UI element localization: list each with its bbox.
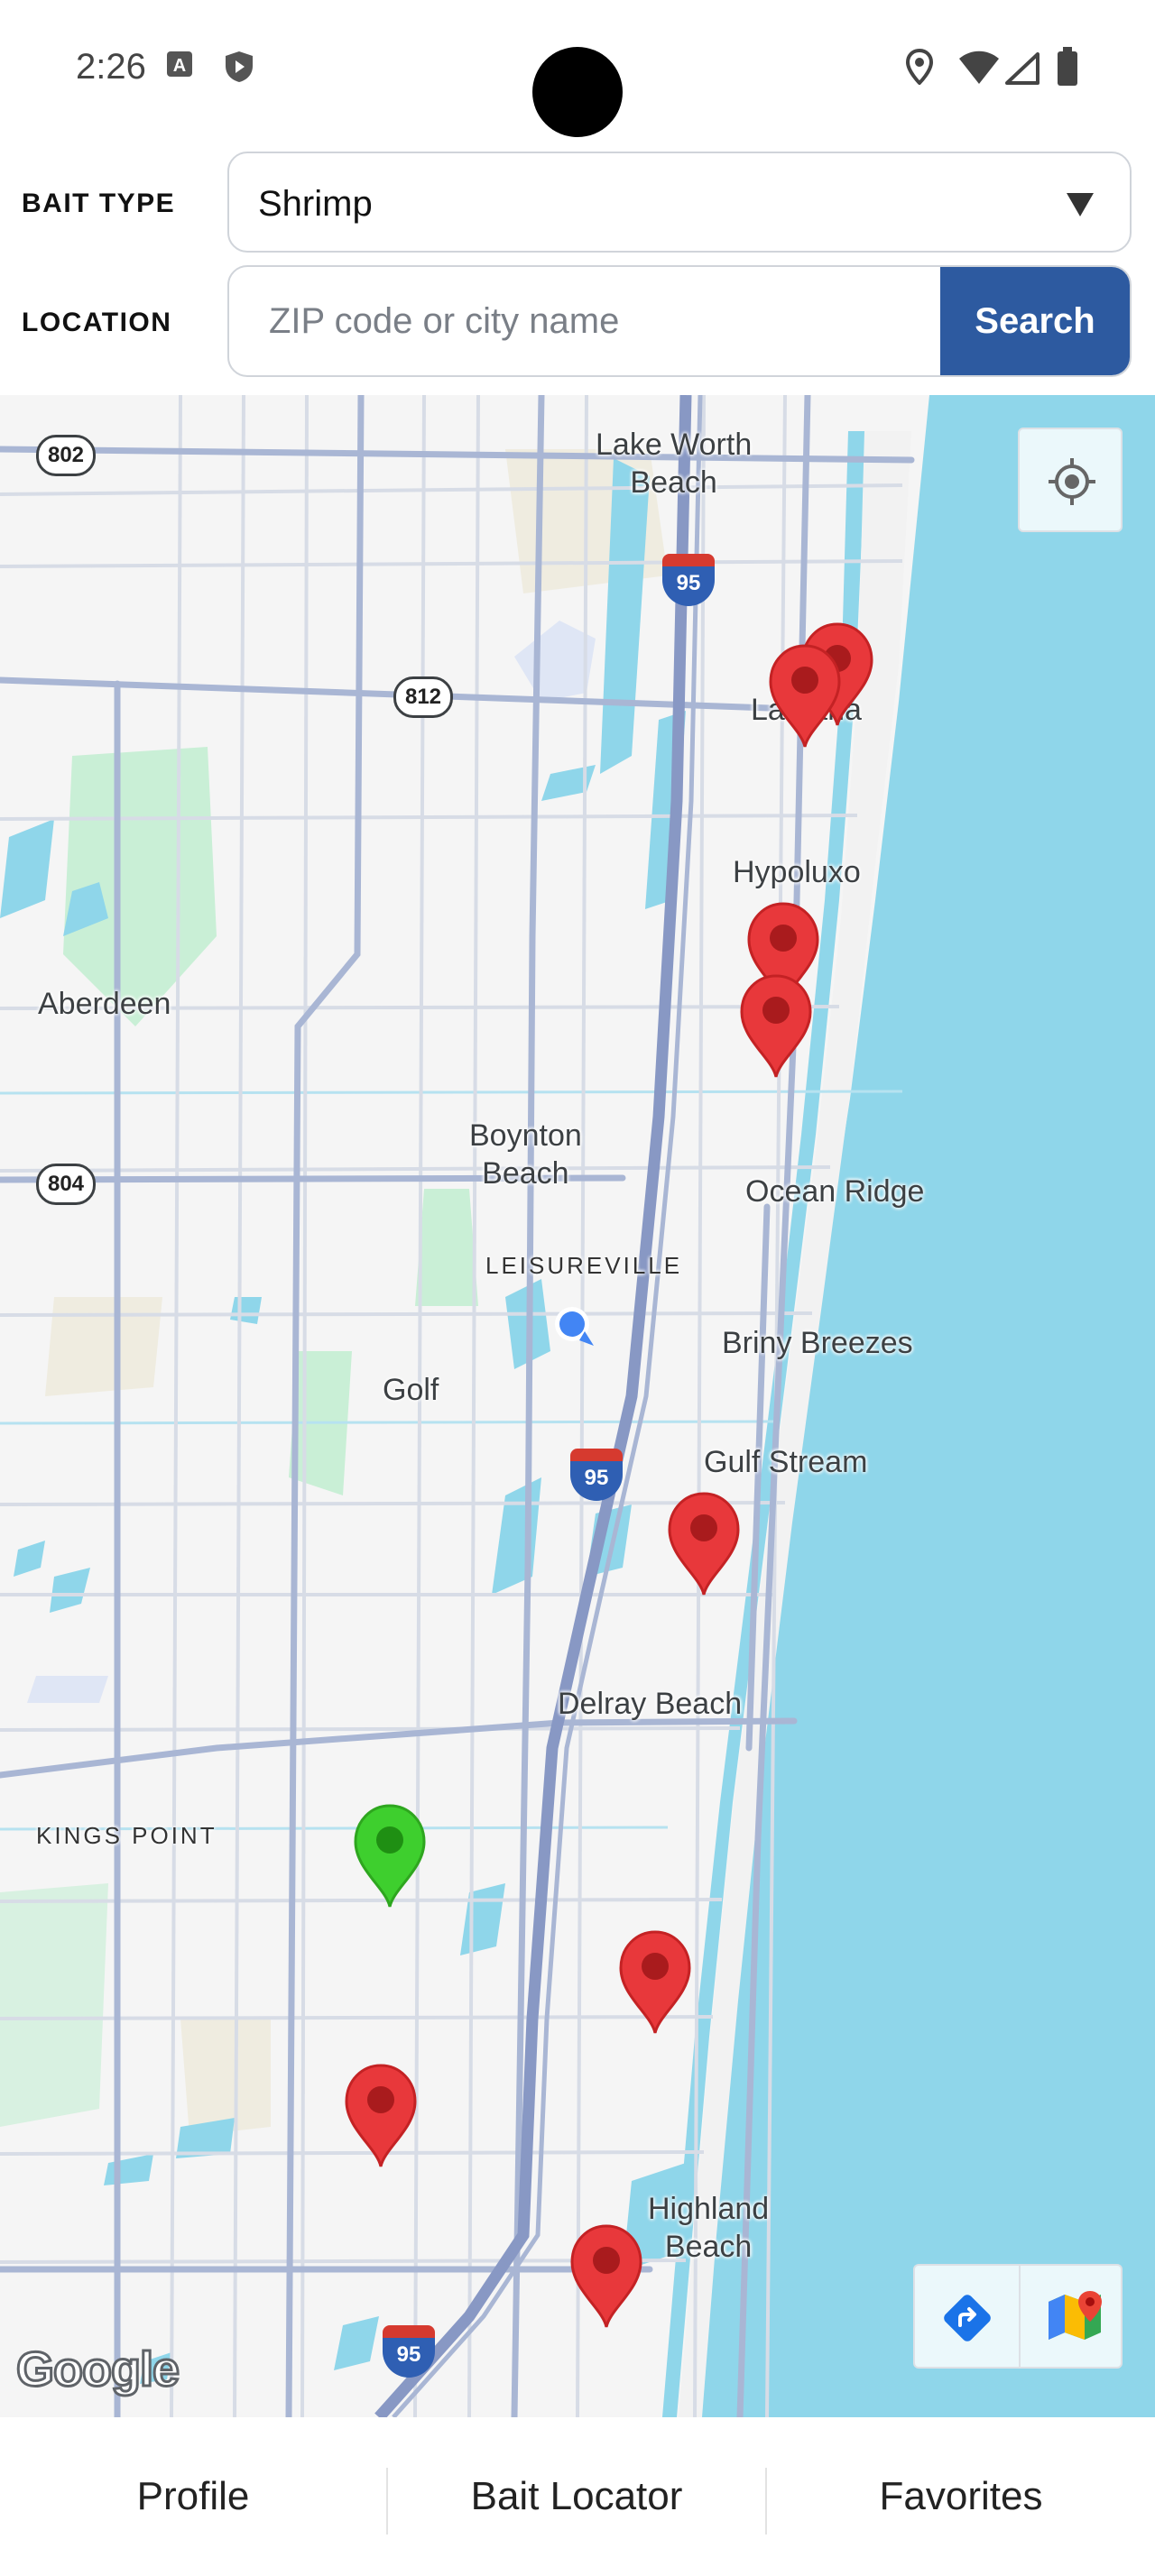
park bbox=[45, 1297, 162, 1396]
map-view[interactable]: Lake Worth Beach Lantana Hypoluxo Aberde… bbox=[0, 395, 1155, 2417]
route-shield: 802 bbox=[36, 435, 96, 476]
tab-favorites[interactable]: Favorites bbox=[767, 2417, 1155, 2576]
place-label-delray-beach: Delray Beach bbox=[558, 1687, 743, 1721]
lake bbox=[27, 1676, 108, 1703]
place-label-gulf-stream: Gulf Stream bbox=[704, 1445, 868, 1479]
bait-shop-marker[interactable] bbox=[664, 1490, 744, 1598]
bait-shop-marker[interactable] bbox=[765, 642, 845, 750]
google-attribution-logo: Google bbox=[15, 2341, 181, 2398]
park bbox=[0, 1883, 108, 2127]
route-shield: 804 bbox=[36, 1164, 96, 1205]
interstate-shield: 95 bbox=[570, 1449, 623, 1501]
location-label: LOCATION bbox=[22, 308, 172, 337]
bait-shop-marker[interactable] bbox=[736, 972, 816, 1081]
bait-type-select[interactable]: Shrimp bbox=[227, 152, 1132, 253]
selected-bait-shop-marker[interactable] bbox=[350, 1802, 430, 1910]
interstate-shield: 95 bbox=[383, 2325, 435, 2378]
dropdown-arrow-icon bbox=[1067, 193, 1094, 216]
lake bbox=[514, 621, 596, 702]
tab-bait-locator[interactable]: Bait Locator bbox=[388, 2417, 765, 2576]
location-field: Search bbox=[227, 265, 1132, 377]
map-canvas bbox=[0, 395, 1155, 2417]
place-label-golf: Golf bbox=[383, 1373, 439, 1407]
location-input[interactable] bbox=[229, 267, 942, 375]
my-location-button[interactable] bbox=[1018, 428, 1123, 532]
bait-shop-marker[interactable] bbox=[615, 1928, 695, 2037]
route-shield: 812 bbox=[393, 676, 453, 718]
place-label-highland-beach: Highland Beach bbox=[648, 2192, 770, 2264]
place-label-ocean-ridge: Ocean Ridge bbox=[745, 1174, 925, 1209]
interstate-shield: 95 bbox=[662, 554, 715, 606]
place-label-aberdeen: Aberdeen bbox=[38, 987, 171, 1021]
user-location-dot bbox=[554, 1306, 596, 1348]
place-label-hypoluxo: Hypoluxo bbox=[733, 855, 861, 889]
place-label-lake-worth: Lake Worth Beach bbox=[596, 428, 753, 500]
shield-icon bbox=[224, 51, 254, 87]
place-label-leisureville: LEISUREVILLE bbox=[485, 1252, 683, 1279]
search-button[interactable]: Search bbox=[940, 267, 1130, 375]
status-time: 2:26 bbox=[76, 47, 146, 87]
place-label-briny-breezes: Briny Breezes bbox=[722, 1326, 913, 1360]
place-label-kings-point: KINGS POINT bbox=[36, 1822, 217, 1849]
tab-profile[interactable]: Profile bbox=[0, 2417, 386, 2576]
map-toolbar bbox=[913, 2264, 1123, 2369]
signal-icon bbox=[1003, 52, 1040, 88]
bottom-nav: Profile Bait Locator Favorites bbox=[0, 2417, 1155, 2576]
park bbox=[415, 1189, 478, 1306]
status-bar: 2:26 A bbox=[0, 0, 1155, 144]
bait-type-value: Shrimp bbox=[258, 184, 373, 224]
bait-shop-marker[interactable] bbox=[341, 2062, 420, 2170]
battery-icon bbox=[1056, 47, 1079, 90]
park bbox=[180, 2019, 271, 2136]
bait-shop-marker[interactable] bbox=[567, 2222, 646, 2331]
camera-cutout bbox=[532, 47, 623, 137]
a-badge-icon: A bbox=[166, 51, 193, 81]
wifi-icon bbox=[958, 51, 1000, 88]
location-icon bbox=[905, 48, 934, 88]
svg-text:A: A bbox=[173, 56, 186, 76]
bait-type-label: BAIT TYPE bbox=[22, 189, 176, 218]
place-label-boynton-beach: Boynton Beach bbox=[469, 1118, 582, 1191]
